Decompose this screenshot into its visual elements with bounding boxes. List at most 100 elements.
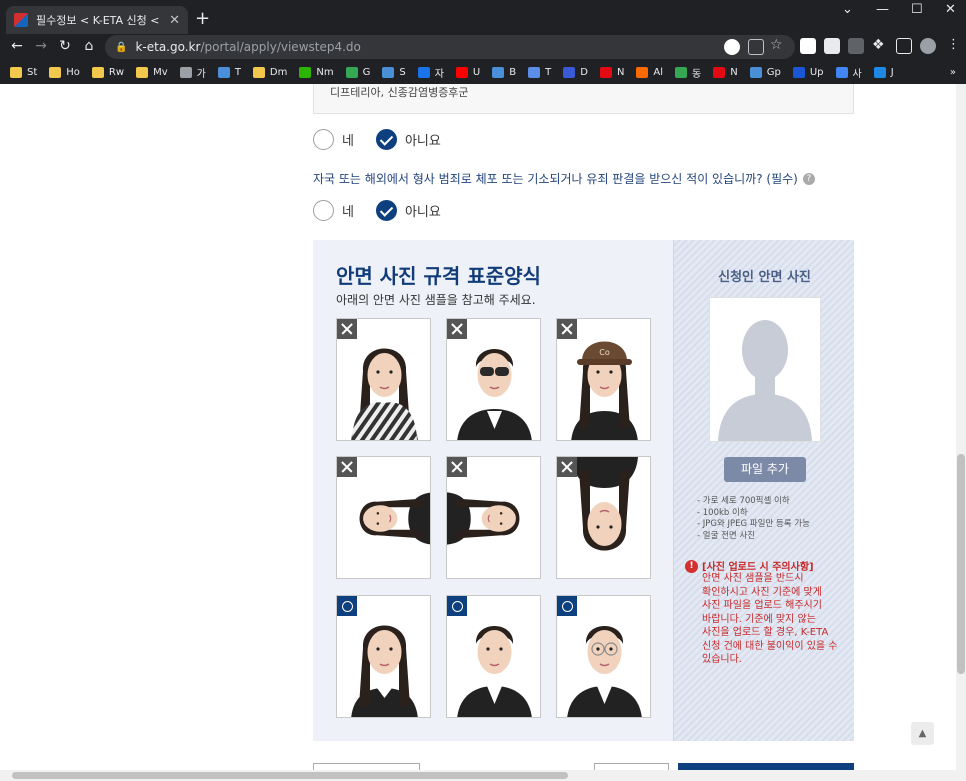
bookmark-item[interactable]: Dm bbox=[252, 66, 287, 78]
q1-label-yes: 네 bbox=[342, 134, 354, 149]
back-arrow-icon[interactable]: ← bbox=[5, 38, 29, 54]
bookmark-item[interactable]: N bbox=[599, 66, 624, 78]
bookmark-star-icon[interactable]: ☆ bbox=[770, 37, 786, 53]
bookmark-item[interactable]: G bbox=[345, 66, 370, 78]
bookmark-favicon-icon bbox=[675, 66, 688, 78]
vertical-scrollbar-thumb[interactable] bbox=[957, 454, 965, 674]
bookmark-favicon-icon bbox=[599, 66, 612, 78]
bookmark-item[interactable]: J bbox=[873, 66, 894, 78]
bookmark-item[interactable]: Al bbox=[636, 66, 663, 78]
bookmark-item[interactable]: Gp bbox=[749, 66, 781, 78]
q1-radio-no[interactable] bbox=[375, 129, 397, 150]
bookmark-label: Rw bbox=[108, 66, 125, 78]
x-mark-icon bbox=[557, 457, 577, 477]
tab-search-icon[interactable]: ⌄ bbox=[842, 2, 853, 17]
photo-rule: - 얼굴 전면 사진 bbox=[697, 530, 756, 541]
shield-extension-icon[interactable] bbox=[848, 38, 864, 54]
scroll-to-top-button[interactable]: ▲ bbox=[911, 722, 934, 745]
extension-monitor-icon[interactable] bbox=[800, 38, 816, 54]
side-panel-icon[interactable] bbox=[896, 38, 912, 54]
vertical-scrollbar[interactable] bbox=[956, 84, 966, 770]
bookmark-favicon-icon bbox=[749, 66, 762, 78]
bookmark-favicon-icon bbox=[792, 66, 805, 78]
bookmark-label: 가 bbox=[196, 68, 206, 80]
bookmark-item[interactable]: S bbox=[382, 66, 406, 78]
bookmark-item[interactable]: N bbox=[713, 66, 738, 78]
bookmark-item[interactable]: T bbox=[217, 66, 241, 78]
google-lens-icon[interactable] bbox=[724, 39, 740, 55]
maximize-button[interactable]: ☐ bbox=[911, 2, 923, 17]
bookmark-item[interactable]: Rw bbox=[91, 66, 125, 78]
bookmark-item[interactable]: 사 bbox=[835, 65, 862, 80]
minimize-button[interactable]: — bbox=[876, 2, 889, 17]
bookmark-favicon-icon bbox=[49, 66, 62, 78]
bookmark-item[interactable]: T bbox=[528, 66, 551, 78]
photo-rules-list: - 가로 세로 700픽셀 이하 - 100kb 이하 - JPG와 JPEG … bbox=[697, 496, 847, 542]
bookmark-label: Gp bbox=[766, 66, 781, 78]
sample-photo-correct bbox=[336, 595, 431, 718]
horizontal-scrollbar-thumb[interactable] bbox=[12, 772, 568, 779]
bookmark-label: S bbox=[399, 66, 406, 78]
q2-radio-no[interactable] bbox=[375, 200, 397, 221]
bookmark-label: 동 bbox=[692, 68, 702, 80]
profile-avatar[interactable] bbox=[920, 38, 936, 54]
photo-rule: - 100kb 이하 bbox=[697, 507, 748, 518]
home-icon[interactable]: ⌂ bbox=[77, 38, 101, 54]
horizontal-scrollbar[interactable] bbox=[0, 770, 966, 781]
page-content: 디프테리아, 신종감염병증후군 네 아니요 자국 또는 해외에서 형사 범죄로 … bbox=[0, 84, 956, 770]
bookmarks-overflow-button[interactable]: » bbox=[950, 67, 956, 78]
x-mark-icon bbox=[447, 319, 467, 339]
bookmark-item[interactable]: 가 bbox=[179, 65, 206, 80]
address-bar[interactable]: 🔒 k-eta.go.kr/portal/apply/viewstep4.do bbox=[105, 35, 795, 59]
bookmark-item[interactable]: Mv bbox=[136, 66, 168, 78]
bookmark-label: J bbox=[890, 66, 894, 78]
next-button[interactable] bbox=[678, 763, 854, 770]
url-text: k-eta.go.kr/portal/apply/viewstep4.do bbox=[135, 40, 360, 54]
reload-icon[interactable]: ↻ bbox=[53, 38, 77, 54]
bookmark-label: U bbox=[472, 66, 481, 78]
bookmark-item[interactable]: Ho bbox=[49, 66, 80, 78]
previous-button[interactable] bbox=[313, 763, 420, 770]
q2-radio-yes[interactable] bbox=[313, 200, 334, 221]
forward-arrow-icon[interactable]: → bbox=[29, 38, 53, 54]
extensions-puzzle-icon[interactable]: ❖ bbox=[872, 37, 888, 53]
close-window-button[interactable]: ✕ bbox=[945, 2, 956, 17]
bookmark-label: D bbox=[580, 66, 588, 78]
sample-photo-correct bbox=[556, 595, 651, 718]
bookmark-item[interactable]: Up bbox=[792, 66, 824, 78]
photo-standard-subtitle: 아래의 안면 사진 샘플을 참고해 주세요. bbox=[336, 293, 536, 307]
question-criminal-record: 자국 또는 해외에서 형사 범죄로 체포 또는 기소되거나 유죄 판결을 받으신… bbox=[313, 170, 815, 187]
q2-label-yes: 네 bbox=[342, 205, 354, 220]
warning-exclamation-icon: ! bbox=[685, 560, 698, 573]
bookmark-favicon-icon bbox=[91, 66, 104, 78]
menu-kebab-icon[interactable]: ⋮ bbox=[947, 37, 963, 53]
q1-radio-yes[interactable] bbox=[313, 129, 334, 150]
add-file-button[interactable]: 파일 추가 bbox=[724, 457, 806, 482]
temp-save-button[interactable] bbox=[594, 763, 669, 770]
bookmark-item[interactable]: St bbox=[10, 66, 37, 78]
browser-toolbar: ← → ↻ ⌂ 🔒 k-eta.go.kr/portal/apply/views… bbox=[0, 34, 966, 60]
bookmark-label: 자 bbox=[434, 68, 444, 80]
x-mark-icon bbox=[447, 457, 467, 477]
sample-photo-incorrect bbox=[446, 318, 541, 441]
share-icon[interactable] bbox=[748, 39, 764, 55]
help-question-icon[interactable]: ? bbox=[802, 172, 815, 185]
bookmark-label: Mv bbox=[153, 66, 168, 78]
bookmark-favicon-icon bbox=[455, 66, 468, 78]
bookmark-item[interactable]: 자 bbox=[417, 65, 444, 80]
new-tab-button[interactable]: + bbox=[195, 8, 210, 29]
bookmark-item[interactable]: U bbox=[455, 66, 481, 78]
browser-chrome: 필수정보 < K-ETA 신청 < K-ETA ✕ + ⌄ — ☐ ✕ ← → … bbox=[0, 0, 966, 84]
bookmark-item[interactable]: D bbox=[563, 66, 588, 78]
bookmark-item[interactable]: B bbox=[492, 66, 516, 78]
lock-icon[interactable]: 🔒 bbox=[115, 42, 127, 53]
browser-tab-active[interactable]: 필수정보 < K-ETA 신청 < K-ETA ✕ bbox=[6, 6, 188, 34]
bookmark-favicon-icon bbox=[252, 66, 265, 78]
sample-photo-incorrect bbox=[556, 456, 651, 579]
tab-close-icon[interactable]: ✕ bbox=[169, 13, 180, 28]
bookmark-item[interactable]: Nm bbox=[299, 66, 334, 78]
x-mark-icon bbox=[337, 457, 357, 477]
bookmark-item[interactable]: 동 bbox=[675, 65, 701, 80]
extension-badge-icon[interactable] bbox=[824, 38, 840, 54]
url-path: /portal/apply/viewstep4.do bbox=[200, 40, 361, 54]
